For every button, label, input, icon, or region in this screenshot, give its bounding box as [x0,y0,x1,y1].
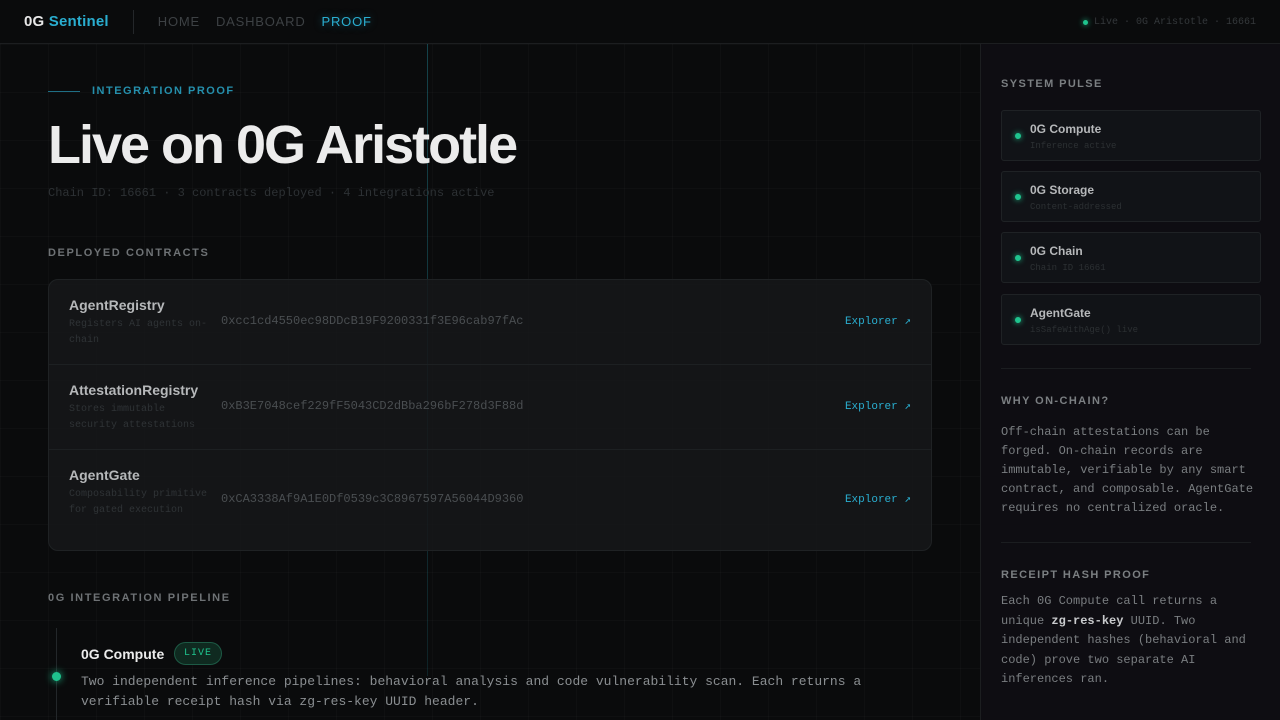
pulse-name: AgentGate [1030,306,1091,320]
contract-desc: Stores immutable security attestations [69,404,196,431]
pulse-status: Inference active [1030,141,1117,151]
brand-logo[interactable]: 0G Sentinel [24,13,109,30]
pulse-name: 0G Compute [1030,122,1102,136]
brand-prefix: 0G [24,13,45,30]
page-title: Live on 0G Aristotle [48,115,518,175]
contract-name: AgentRegistry [69,297,165,313]
contract-address[interactable]: 0xcc1cd4550ec98DDcB19F9200331f3E96cab97f… [221,314,523,328]
nav-divider [132,9,134,34]
live-dot-icon [1082,19,1088,25]
contract-address[interactable]: 0xCA3338Af9A1E0Df0539c3C8967597A56044D93… [221,492,523,506]
explorer-link[interactable]: Explorer ↗ [845,314,911,328]
contract-desc: Composability primitive for gated execut… [69,489,208,516]
contract-name: AgentGate [69,467,140,483]
contract-row: AgentGate Composability primitive for ga… [49,450,931,550]
nav-link-dashboard[interactable]: DASHBOARD [216,14,306,29]
side-panel: SYSTEM PULSE 0G Compute Inference active… [980,44,1280,720]
nav-link-home[interactable]: HOME [158,14,200,29]
network-status-text: Live · 0G Aristotle · 16661 [1093,16,1256,28]
status-dot-icon [1015,255,1021,261]
nav-links: HOME DASHBOARD PROOF [158,14,372,29]
nav-link-proof[interactable]: PROOF [322,14,372,29]
contract-name: AttestationRegistry [69,382,199,398]
eyebrow-line [48,90,80,92]
side-divider [1001,368,1251,369]
pulse-status: Content-addressed [1030,202,1122,212]
contract-row: AgentRegistry Registers AI agents on-cha… [49,280,931,365]
pipeline-live-dot-icon [52,672,61,681]
side-divider [1001,542,1251,543]
receipt-code: zg-res-key [1051,613,1124,628]
pulse-name: 0G Chain [1030,244,1083,258]
receipt-proof-body: Each 0G Compute call returns a unique zg… [1001,592,1257,690]
contract-desc: Registers AI agents on-chain [69,319,208,346]
eyebrow: INTEGRATION PROOF [48,85,235,97]
status-dot-icon [1015,194,1021,200]
status-dot-icon [1015,317,1021,323]
why-onchain-title: WHY ON-CHAIN? [1001,395,1110,407]
pulse-status: Chain ID 16661 [1030,263,1106,273]
eyebrow-text: INTEGRATION PROOF [92,85,235,97]
brand-accent: Sentinel [48,13,109,30]
pipeline-section-title: 0G INTEGRATION PIPELINE [48,592,231,604]
pulse-card: 0G Chain Chain ID 16661 [1001,232,1261,283]
pulse-card: 0G Compute Inference active [1001,110,1261,161]
contract-address[interactable]: 0xB3E7048cef229fF5043CD2dBba296bF278d3F8… [221,399,523,413]
explorer-link[interactable]: Explorer ↗ [845,399,911,413]
pipeline-item-desc: Two independent inference pipelines: beh… [81,674,862,709]
explorer-link[interactable]: Explorer ↗ [845,492,911,506]
contracts-table: AgentRegistry Registers AI agents on-cha… [48,279,932,551]
top-nav: 0G Sentinel HOME DASHBOARD PROOF Live · … [0,0,1280,44]
network-status: Live · 0G Aristotle · 16661 [1082,0,1256,44]
pulse-card: AgentGate isSafeWithAge() live [1001,294,1261,345]
contract-row: AttestationRegistry Stores immutable sec… [49,365,931,450]
page-subtitle: Chain ID: 16661 · 3 contracts deployed ·… [48,186,495,200]
pipeline-item-name: 0G Compute [81,646,165,662]
status-dot-icon [1015,133,1021,139]
pulse-name: 0G Storage [1030,183,1095,197]
receipt-proof-title: RECEIPT HASH PROOF [1001,569,1151,581]
why-onchain-body: Off-chain attestations can be forged. On… [1001,425,1254,515]
live-badge: LIVE [174,642,223,665]
pulse-status: isSafeWithAge() live [1030,325,1139,335]
contracts-section-title: DEPLOYED CONTRACTS [48,247,210,259]
pulse-card: 0G Storage Content-addressed [1001,171,1261,222]
system-pulse-title: SYSTEM PULSE [1001,78,1103,90]
